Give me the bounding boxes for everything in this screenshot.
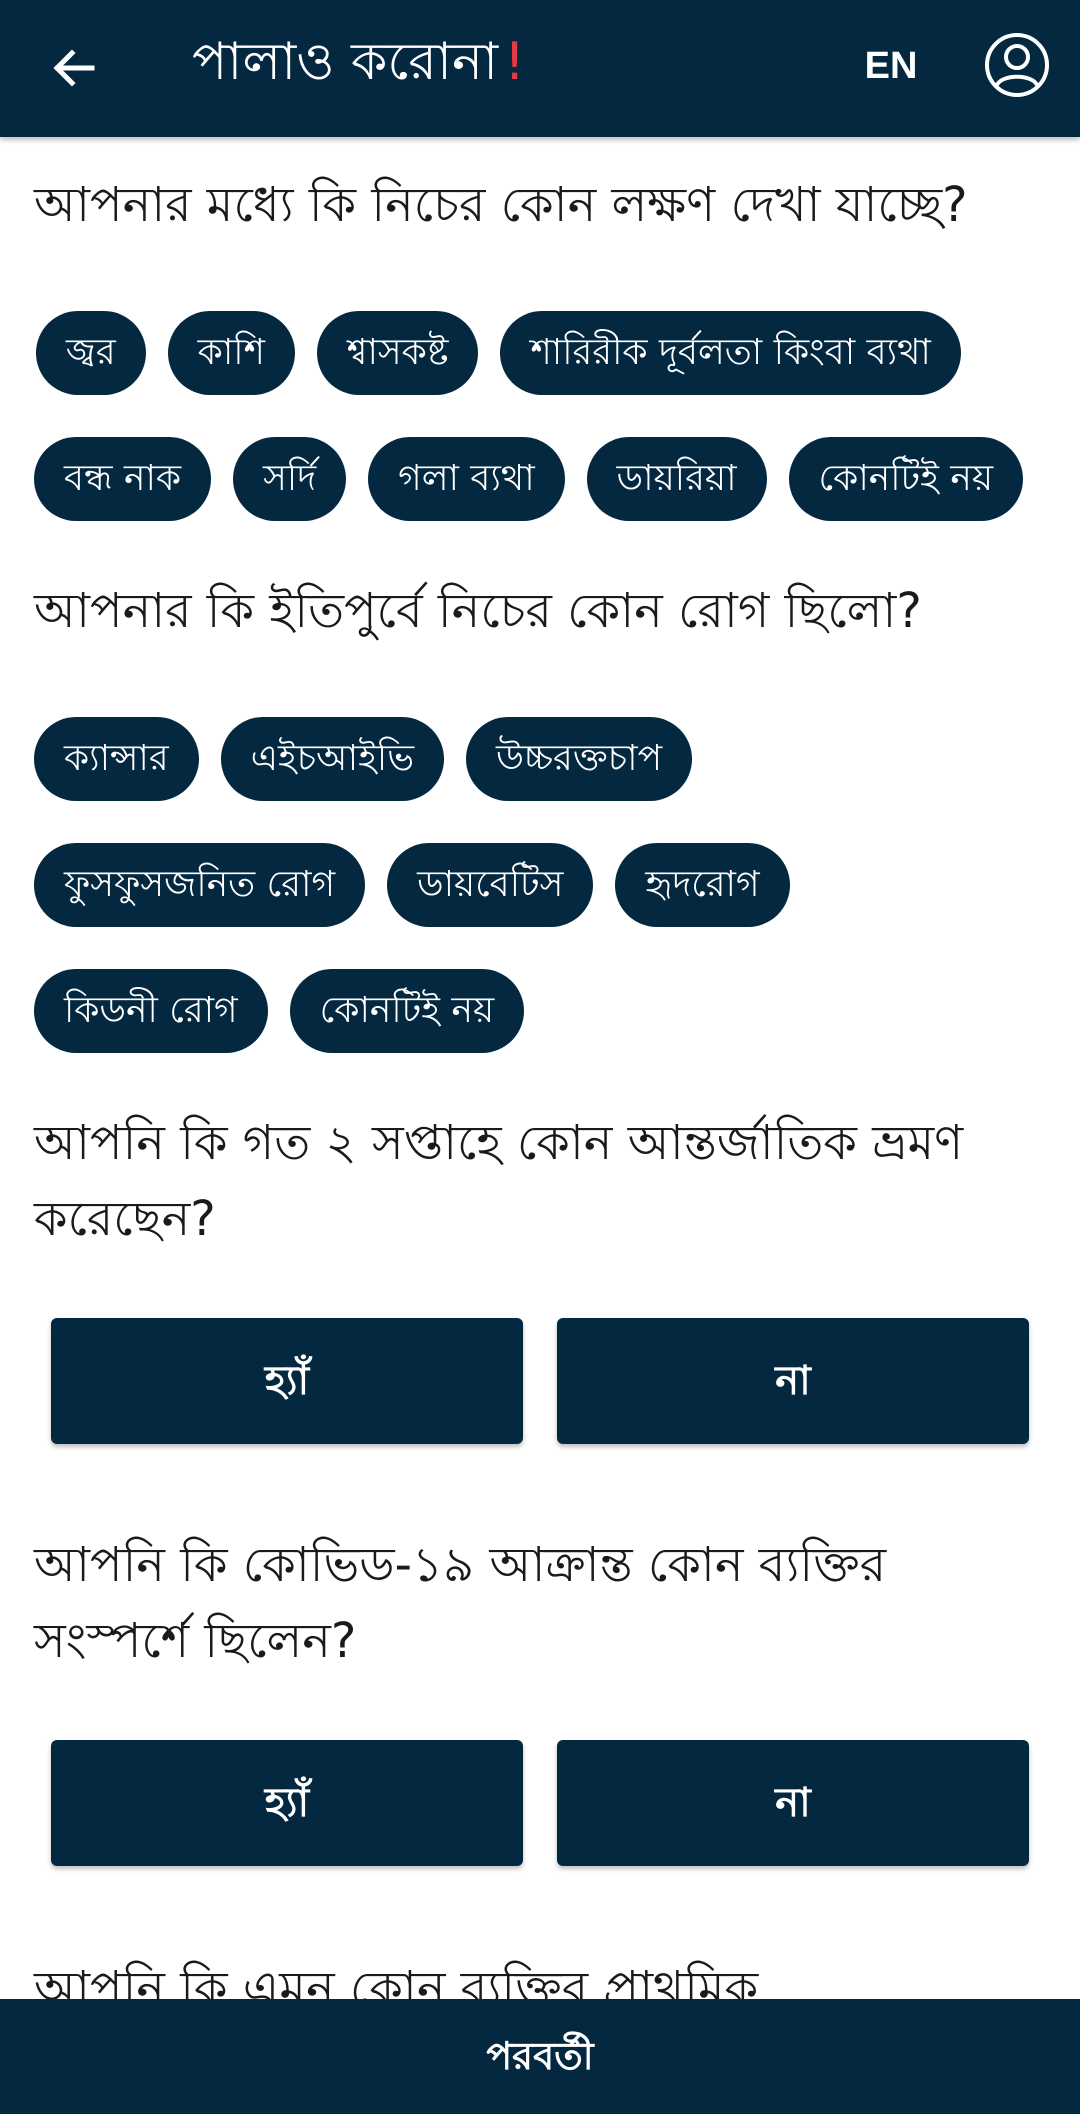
condition-chip-row-3: কিডনী রোগ কোনটিই নয় xyxy=(34,969,1054,1053)
travel-yes-button[interactable]: হ্যাঁ xyxy=(51,1318,523,1444)
chip-hiv[interactable]: এইচআইভি xyxy=(220,717,445,801)
top-app-bar: পালাও করোনা! EN xyxy=(0,0,1080,137)
chip-hypertension[interactable]: উচ্চরক্তচাপ xyxy=(466,717,693,801)
questionnaire-content: আপনার মধ্যে কি নিচের কোন লক্ষণ দেখা যাচ্… xyxy=(0,137,1080,1999)
next-button[interactable]: পরবর্তী xyxy=(0,1999,1080,2114)
chip-kidney-disease[interactable]: কিডনী রোগ xyxy=(34,969,268,1053)
app-title-accent: ! xyxy=(504,32,525,92)
app-screen: পালাও করোনা! EN আপনার মধ্যে কি নিচের কোন… xyxy=(0,0,1080,2114)
chip-weakness-pain[interactable]: শারিরীক দূর্বলতা কিংবা ব্যথা xyxy=(500,311,961,395)
contact-yes-button[interactable]: হ্যাঁ xyxy=(51,1740,523,1866)
chip-none-conditions[interactable]: কোনটিই নয় xyxy=(289,969,525,1053)
symptom-chip-row-2: বন্ধ নাক সর্দি গলা ব্যথা ডায়রিয়া কোনটি… xyxy=(34,437,1054,521)
chip-lung-disease[interactable]: ফুসফুসজনিত রোগ xyxy=(34,843,366,927)
chip-fever[interactable]: জ্বর xyxy=(36,311,146,395)
user-circle-icon xyxy=(985,33,1049,97)
question-caregiver-partial: আপনি কি এমন কোন ব্যক্তির প্রাথমিক xyxy=(34,1961,759,1999)
app-title: পালাও করোনা! xyxy=(192,22,525,102)
question-symptoms: আপনার মধ্যে কি নিচের কোন লক্ষণ দেখা যাচ্… xyxy=(34,177,968,233)
chip-sore-throat[interactable]: গলা ব্যথা xyxy=(368,437,565,521)
chip-blocked-nose[interactable]: বন্ধ নাক xyxy=(34,437,212,521)
chip-cold[interactable]: সর্দি xyxy=(233,437,347,521)
symptom-chip-row-1: জ্বর কাশি শ্বাসকষ্ট শারিরীক দূর্বলতা কিং… xyxy=(36,311,1056,395)
contact-no-button[interactable]: না xyxy=(557,1740,1029,1866)
contact-answer-row: হ্যাঁ না xyxy=(51,1740,1029,1866)
travel-answer-row: হ্যাঁ না xyxy=(51,1318,1029,1444)
question-prior-conditions: আপনার কি ইতিপুর্বে নিচের কোন রোগ ছিলো? xyxy=(34,583,922,639)
profile-button[interactable] xyxy=(980,28,1054,102)
chip-none-symptoms[interactable]: কোনটিই নয় xyxy=(788,437,1024,521)
arrow-left-icon xyxy=(53,49,95,87)
question-covid-contact: আপনি কি কোভিড-১৯ আক্রান্ত কোন ব্যক্তির স… xyxy=(34,1537,887,1669)
back-button[interactable] xyxy=(30,24,118,112)
chip-cancer[interactable]: ক্যান্সার xyxy=(34,717,199,801)
condition-chip-row-1: ক্যান্সার এইচআইভি উচ্চরক্তচাপ xyxy=(34,717,1054,801)
app-title-text: পালাও করোনা xyxy=(192,32,499,92)
travel-no-button[interactable]: না xyxy=(557,1318,1029,1444)
chip-heart-disease[interactable]: হৃদরোগ xyxy=(615,843,790,927)
condition-chip-row-2: ফুসফুসজনিত রোগ ডায়বেটিস হৃদরোগ xyxy=(34,843,1054,927)
chip-cough[interactable]: কাশি xyxy=(167,311,295,395)
chip-diabetes[interactable]: ডায়বেটিস xyxy=(387,843,594,927)
chip-diarrhea[interactable]: ডায়রিয়া xyxy=(586,437,767,521)
question-international-travel: আপনি কি গত ২ সপ্তাহে কোন আন্তর্জাতিক ভ্র… xyxy=(34,1115,964,1247)
language-toggle-button[interactable]: EN xyxy=(845,34,937,98)
chip-breathing-difficulty[interactable]: শ্বাসকষ্ট xyxy=(316,311,479,395)
